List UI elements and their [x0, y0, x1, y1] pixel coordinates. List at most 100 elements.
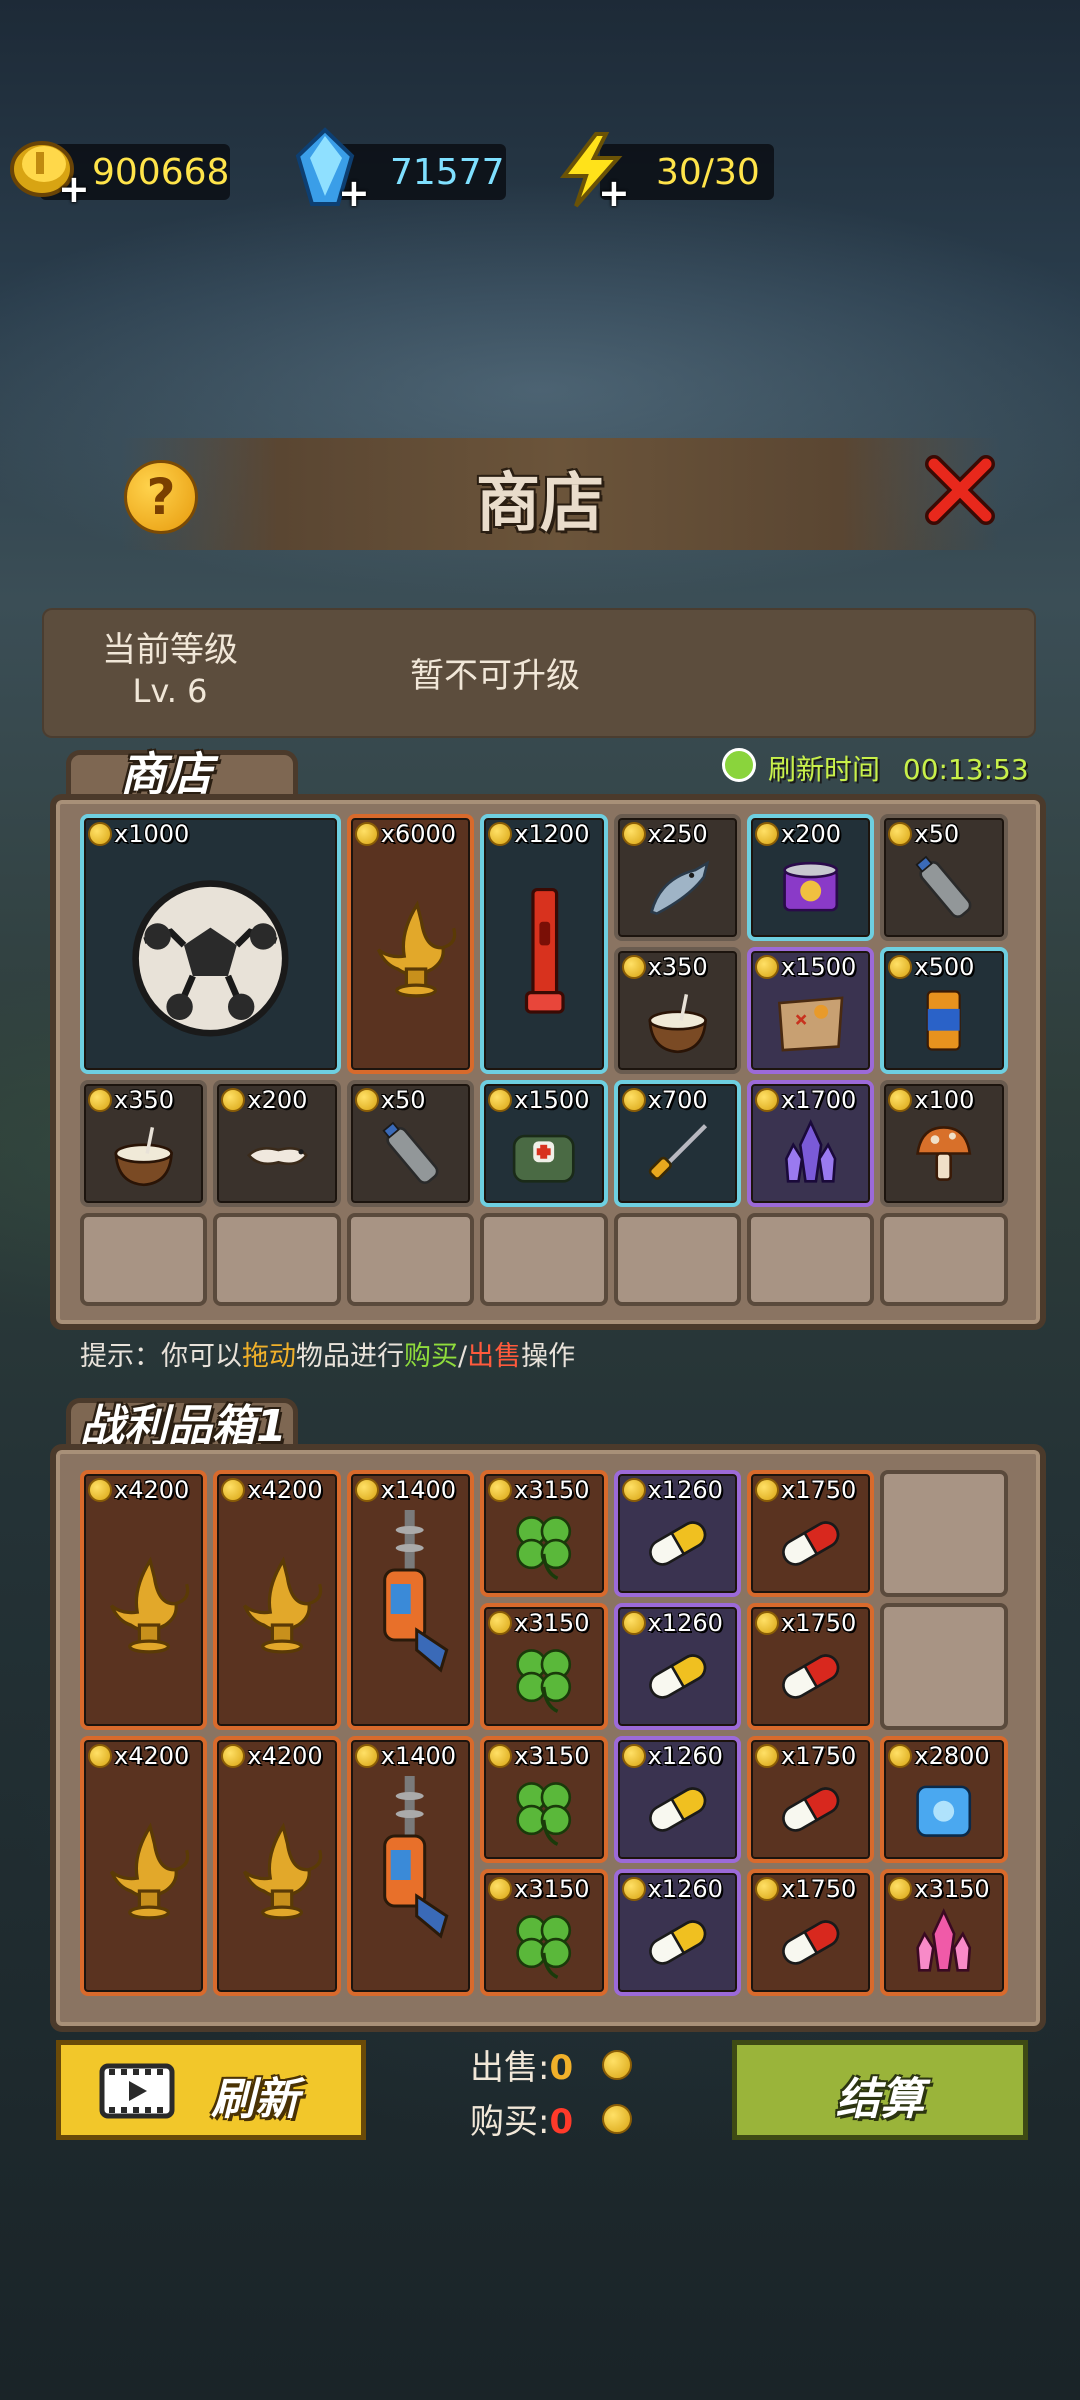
- hint-mid: 物品进行: [296, 1341, 404, 1372]
- shop-item-coconut[interactable]: x350: [80, 1080, 208, 1207]
- loot-item-ice-cube[interactable]: x2800: [880, 1736, 1008, 1863]
- item-price: x6000: [354, 820, 456, 848]
- item-price-value: x1750: [781, 1742, 857, 1770]
- loot-item-magic-lamp[interactable]: x4200: [213, 1470, 341, 1730]
- empty-slot[interactable]: [880, 1213, 1008, 1306]
- loot-item-magic-lamp[interactable]: x4200: [80, 1736, 208, 1996]
- settle-button[interactable]: 结算: [732, 2040, 1028, 2140]
- item-price: x1750: [755, 1609, 856, 1637]
- loot-item-clover[interactable]: x3150: [480, 1603, 608, 1730]
- close-button[interactable]: [920, 450, 1000, 530]
- loot-item-pill-yellow[interactable]: x1260: [613, 1470, 741, 1597]
- coin-icon: [755, 1744, 779, 1768]
- shop-item-grub[interactable]: x200: [213, 1080, 341, 1207]
- add-gem-icon[interactable]: +: [338, 174, 370, 212]
- coin-icon: [221, 1088, 246, 1112]
- item-price-value: x1260: [647, 1476, 723, 1504]
- item-price-value: x50: [914, 820, 960, 848]
- shop-item-canned-drink[interactable]: x500: [880, 947, 1008, 1074]
- item-price: x4200: [88, 1476, 189, 1504]
- shop-item-screwdriver[interactable]: x700: [613, 1080, 741, 1207]
- help-button[interactable]: ?: [124, 460, 198, 534]
- coin-icon: [621, 1088, 646, 1112]
- add-gold-icon[interactable]: +: [58, 170, 90, 208]
- loot-item-ray-gun[interactable]: x1400: [346, 1470, 475, 1730]
- empty-slot[interactable]: [480, 1213, 608, 1306]
- ray-gun-icon: [351, 1474, 470, 1726]
- coin-icon: [488, 1088, 513, 1112]
- empty-slot[interactable]: [747, 1213, 875, 1306]
- shop-item-flashlight[interactable]: x1200: [480, 814, 608, 1074]
- item-price-value: x1260: [647, 1742, 723, 1770]
- item-price-value: x700: [647, 1086, 708, 1114]
- hint-prefix: 提示：你可以: [80, 1341, 242, 1372]
- item-price: x350: [621, 953, 708, 981]
- loot-item-pill-yellow[interactable]: x1260: [613, 1869, 741, 1996]
- loot-item-ray-gun[interactable]: x1400: [346, 1736, 475, 1996]
- level-value: Lv. 6: [132, 672, 208, 710]
- coin-icon: [621, 955, 646, 979]
- coin-icon: [621, 822, 646, 846]
- shop-item-mushroom[interactable]: x100: [880, 1080, 1008, 1207]
- coin-icon: [488, 1478, 513, 1502]
- shop-item-water-bottle[interactable]: x50: [880, 814, 1008, 941]
- loot-item-clover[interactable]: x3150: [480, 1869, 608, 1996]
- loot-item-clover[interactable]: x3150: [480, 1470, 608, 1597]
- coin-icon: [621, 1877, 646, 1901]
- item-price-value: x50: [380, 1086, 426, 1114]
- item-price-value: x1500: [514, 1086, 590, 1114]
- loot-item-pill-red[interactable]: x1750: [747, 1736, 875, 1863]
- loot-item-pink-crystal[interactable]: x3150: [880, 1869, 1008, 1996]
- item-price-value: x3150: [914, 1875, 990, 1903]
- coin-icon: [354, 822, 379, 846]
- item-price: x3150: [488, 1742, 589, 1770]
- item-price: x250: [621, 820, 708, 848]
- gold-value: 900668: [92, 152, 230, 193]
- shop-item-crystal[interactable]: x1700: [747, 1080, 875, 1207]
- loot-item-pill-red[interactable]: x1750: [747, 1603, 875, 1730]
- shop-item-coconut[interactable]: x350: [613, 947, 741, 1074]
- video-icon: [99, 2063, 175, 2119]
- coin-icon: [755, 1088, 779, 1112]
- item-price: x3150: [488, 1875, 589, 1903]
- loot-item-clover[interactable]: x3150: [480, 1736, 608, 1863]
- item-price-value: x1200: [514, 820, 590, 848]
- shop-item-water-bottle[interactable]: x50: [346, 1080, 475, 1207]
- item-price-value: x1750: [781, 1609, 857, 1637]
- shop-item-canned-food[interactable]: x200: [747, 814, 875, 941]
- item-price: x1700: [755, 1086, 856, 1114]
- loot-item-pill-yellow[interactable]: x1260: [613, 1603, 741, 1730]
- loot-item-magic-lamp[interactable]: x4200: [213, 1736, 341, 1996]
- coin-icon: [755, 1478, 779, 1502]
- magic-lamp-icon: [217, 1740, 336, 1992]
- empty-slot[interactable]: [80, 1213, 208, 1306]
- shop-item-fish[interactable]: x250: [613, 814, 741, 941]
- coin-icon: [88, 822, 112, 846]
- shop-item-soccer-ball[interactable]: x1000: [80, 814, 341, 1074]
- shop-item-treasure-map[interactable]: x1500: [747, 947, 875, 1074]
- empty-slot[interactable]: [880, 1603, 1008, 1730]
- hint-drag: 拖动: [242, 1341, 296, 1372]
- item-price: x1500: [755, 953, 856, 981]
- add-energy-icon[interactable]: +: [598, 174, 630, 212]
- coin-icon: [221, 1744, 246, 1768]
- shop-item-medical-backpack[interactable]: x1500: [480, 1080, 608, 1207]
- refresh-timer-value: 00:13:53: [902, 753, 1029, 786]
- shop-item-magic-lamp[interactable]: x6000: [346, 814, 475, 1074]
- empty-slot[interactable]: [880, 1470, 1008, 1597]
- empty-slot[interactable]: [346, 1213, 475, 1306]
- item-price: x1750: [755, 1476, 856, 1504]
- loot-item-magic-lamp[interactable]: x4200: [80, 1470, 208, 1730]
- item-price-value: x1750: [781, 1476, 857, 1504]
- item-price-value: x200: [781, 820, 842, 848]
- item-price-value: x3150: [514, 1875, 590, 1903]
- item-price: x1400: [354, 1476, 456, 1504]
- flashlight-icon: [484, 818, 603, 1070]
- empty-slot[interactable]: [613, 1213, 741, 1306]
- loot-item-pill-red[interactable]: x1750: [747, 1470, 875, 1597]
- refresh-button[interactable]: 刷新: [56, 2040, 366, 2140]
- loot-item-pill-yellow[interactable]: x1260: [613, 1736, 741, 1863]
- loot-item-pill-red[interactable]: x1750: [747, 1869, 875, 1996]
- item-price-value: x250: [647, 820, 708, 848]
- empty-slot[interactable]: [213, 1213, 341, 1306]
